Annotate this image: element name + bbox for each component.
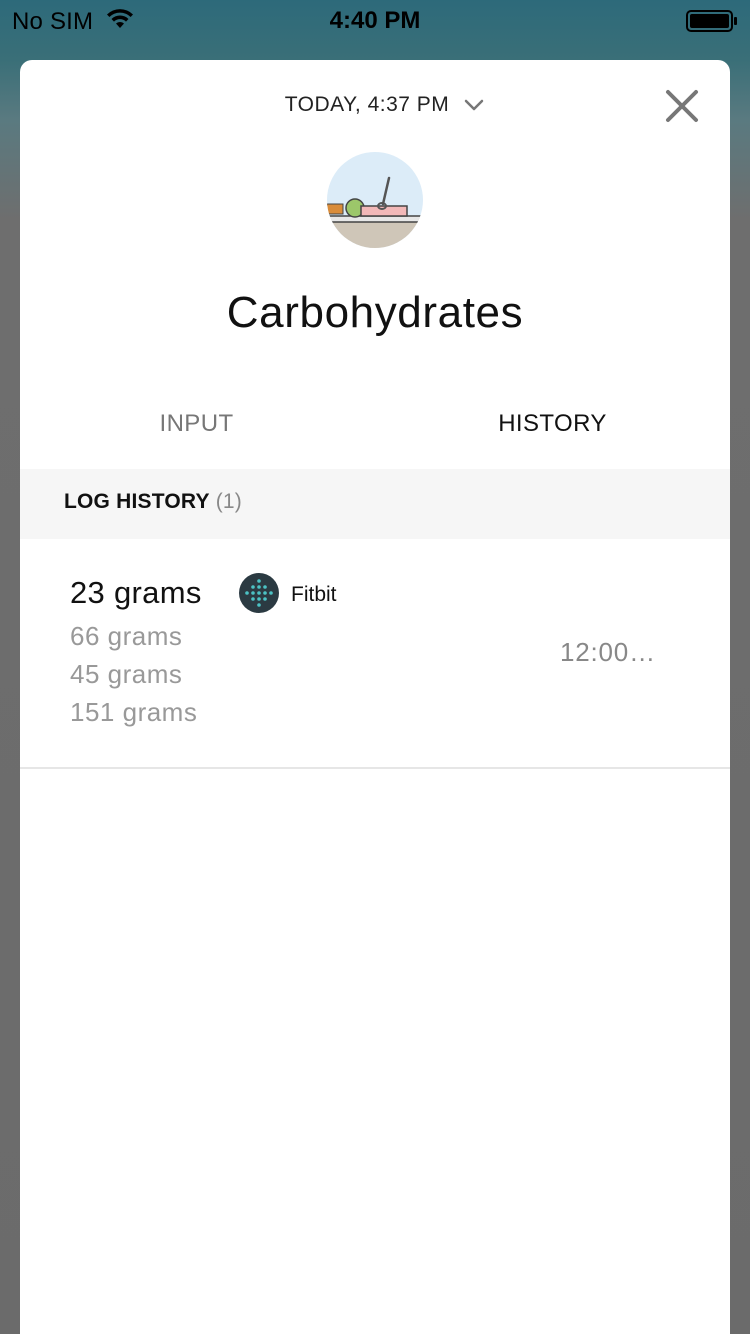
- battery-icon: [686, 10, 737, 32]
- tab-input-label: INPUT: [159, 410, 234, 437]
- fitbit-logo-icon: [239, 573, 279, 613]
- log-secondary-value: 66 grams: [70, 621, 183, 651]
- section-title-text: LOG HISTORY: [64, 490, 210, 513]
- tab-bar: INPUT HISTORY: [20, 410, 730, 450]
- chevron-down-icon: [465, 99, 484, 111]
- source-label: Fitbit: [291, 583, 337, 606]
- section-title: LOG HISTORY (1): [64, 490, 242, 514]
- log-secondary-value: 45 grams: [70, 659, 183, 689]
- clock: 4:40 PM: [329, 7, 421, 34]
- tab-input[interactable]: INPUT: [20, 410, 375, 438]
- log-entry-row[interactable]: 23 grams 66 grams 45 grams 151 grams Fit…: [20, 539, 730, 769]
- modal-sheet: TODAY, 4:37 PM Carbohydrates INPUT HISTO…: [20, 60, 730, 1334]
- page-title: Carbohydrates: [226, 288, 524, 337]
- log-history-header: LOG HISTORY (1): [20, 469, 730, 539]
- status-bar: No SIM 4:40 PM: [0, 0, 750, 40]
- close-icon[interactable]: [662, 86, 702, 126]
- log-time: 12:00…: [560, 637, 656, 667]
- log-primary-value: 23 grams: [70, 575, 202, 610]
- date-selector[interactable]: TODAY, 4:37 PM: [20, 88, 730, 122]
- tab-history-label: HISTORY: [498, 410, 607, 437]
- meal-icon: [327, 152, 423, 248]
- date-label: TODAY, 4:37 PM: [284, 93, 450, 116]
- tab-history[interactable]: HISTORY: [375, 410, 730, 438]
- log-secondary-value: 151 grams: [70, 697, 198, 727]
- section-count: (1): [215, 490, 242, 513]
